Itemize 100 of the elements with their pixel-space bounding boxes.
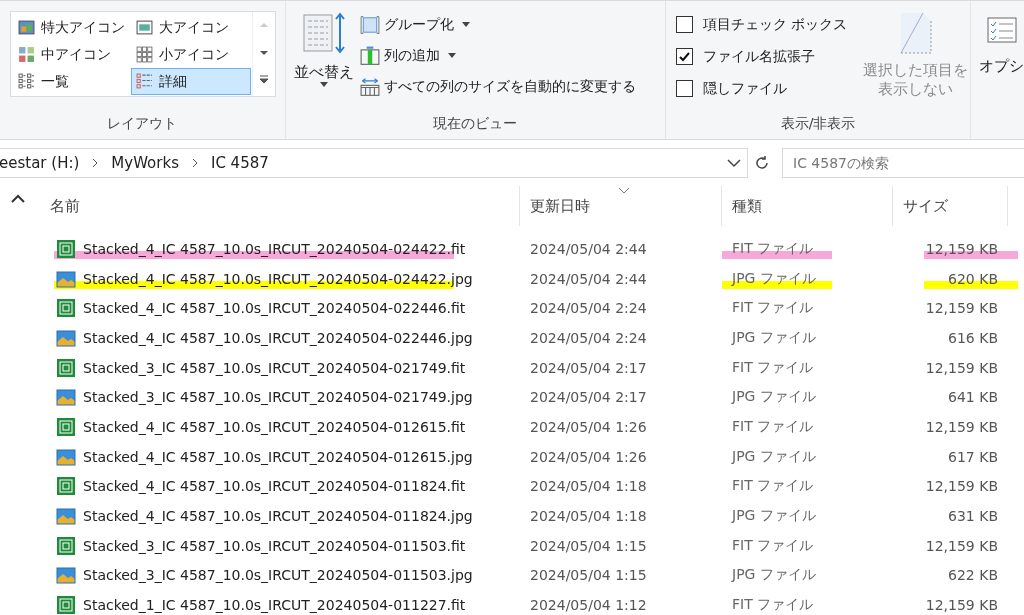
option-checkbox[interactable]: 隠しファイル [676, 75, 848, 102]
file-row[interactable]: Stacked_4_IC 4587_10.0s_IRCUT_20240504-011824.fit 2024/05/04 1:18 FIT ファイル 12,159 KB [36, 471, 1024, 502]
column-header[interactable]: 名前 [36, 186, 520, 226]
modified-date: 2024/05/04 1:26 [529, 418, 648, 435]
file-type: FIT ファイル [731, 477, 815, 496]
file-type: FIT ファイル [731, 536, 815, 555]
file-size: 12,159 KB [924, 597, 998, 614]
file-row[interactable]: Stacked_3_IC 4587_10.0s_IRCUT_20240504-011503.fit 2024/05/04 1:15 FIT ファイル 12,159 KB [36, 530, 1024, 561]
chevron-icon [91, 158, 100, 168]
file-name: Stacked_1_IC 4587_10.0s_IRCUT_20240504-011227.fit [83, 597, 466, 614]
square-file-icon [56, 238, 76, 259]
file-type: FIT ファイル [731, 299, 815, 318]
modified-date: 2024/05/04 1:15 [529, 567, 648, 584]
file-type: FIT ファイル [731, 596, 815, 615]
checkbox[interactable] [676, 48, 693, 65]
view-tool-icon [359, 14, 380, 35]
file-row[interactable]: Stacked_3_IC 4587_10.0s_IRCUT_20240504-021749.jpg 2024/05/04 2:17 JPG ファイル 641 KB [36, 382, 1024, 413]
file-type: JPG ファイル [730, 328, 817, 347]
file-name: Stacked_4_IC 4587_10.0s_IRCUT_20240504-011824.fit [83, 478, 466, 495]
address-bar[interactable]: eestar (H:) MyWorks IC 4587 [0, 148, 748, 178]
column-header[interactable]: 更新日時 [520, 186, 722, 226]
file-row[interactable]: Stacked_4_IC 4587_10.0s_IRCUT_20240504-012615.fit 2024/05/04 1:26 FIT ファイル 12,159 KB [36, 412, 1024, 442]
layout-option[interactable]: 大アイコン [131, 14, 251, 41]
view-tool-icon [359, 45, 380, 66]
square-file-icon [56, 416, 76, 437]
file-row[interactable]: Stacked_3_IC 4587_10.0s_IRCUT_20240504-011503.jpg 2024/05/04 1:15 JPG ファイル 622 KB [36, 560, 1024, 591]
file-row[interactable]: Stacked_3_IC 4587_10.0s_IRCUT_20240504-021749.fit 2024/05/04 2:17 FIT ファイル 12,159 KB [36, 352, 1024, 383]
file-type: FIT ファイル [731, 417, 815, 436]
file-name: Stacked_3_IC 4587_10.0s_IRCUT_20240504-021749.jpg [83, 389, 473, 406]
sort-chevron-icon [618, 186, 630, 194]
modified-date: 2024/05/04 2:44 [529, 270, 648, 287]
modified-date: 2024/05/04 2:24 [529, 300, 648, 317]
file-size: 12,159 KB [924, 478, 998, 495]
modified-date: 2024/05/04 2:24 [529, 329, 648, 346]
view-tool-icon [359, 76, 380, 97]
layout-option[interactable]: 詳細 [131, 68, 251, 95]
file-type: JPG ファイル [730, 388, 817, 407]
image-file-icon [56, 268, 76, 289]
column-header[interactable]: サイズ [893, 186, 1008, 226]
modified-date: 2024/05/04 1:15 [529, 537, 648, 554]
checkbox[interactable] [676, 16, 693, 33]
option-checkbox[interactable]: ファイル名拡張子 [676, 43, 848, 70]
column-header[interactable]: 種類 [722, 186, 893, 226]
modified-date: 2024/05/04 2:17 [529, 389, 648, 406]
option-checkbox[interactable]: 項目チェック ボックス [676, 11, 848, 38]
search-field[interactable]: IC 4587の検索 [782, 148, 1024, 178]
file-size: 641 KB [947, 389, 998, 406]
file-type: JPG ファイル [730, 507, 817, 526]
file-name: Stacked_4_IC 4587_10.0s_IRCUT_20240504-022446.fit [83, 300, 466, 317]
square-file-icon [56, 357, 76, 378]
file-name: Stacked_4_IC 4587_10.0s_IRCUT_20240504-012615.jpg [83, 448, 473, 465]
file-row[interactable]: Stacked_4_IC 4587_10.0s_IRCUT_20240504-012615.jpg 2024/05/04 1:26 JPG ファイル 617 KB [36, 441, 1024, 472]
dropdown-icon[interactable] [727, 158, 741, 168]
file-type: FIT ファイル [731, 358, 815, 377]
file-size: 12,159 KB [924, 300, 998, 317]
image-file-icon [56, 327, 76, 348]
layout-option[interactable]: 小アイコン [131, 41, 251, 68]
file-size: 12,159 KB [924, 359, 998, 376]
image-file-icon [56, 565, 76, 586]
square-file-icon [56, 476, 76, 497]
breadcrumb[interactable]: IC 4587 [210, 154, 277, 172]
checkbox-label: 隠しファイル [703, 79, 787, 98]
file-name: Stacked_3_IC 4587_10.0s_IRCUT_20240504-011503.jpg [83, 567, 473, 584]
file-size: 12,159 KB [924, 240, 998, 257]
view-button[interactable]: グループ化 [359, 11, 636, 38]
view-icon [18, 73, 35, 90]
view-button[interactable]: 列の追加 [359, 42, 636, 69]
breadcrumb[interactable]: MyWorks [111, 154, 187, 172]
file-row[interactable]: Stacked_1_IC 4587_10.0s_IRCUT_20240504-011227.fit 2024/05/04 1:12 FIT ファイル 12,159 KB [36, 590, 1024, 615]
file-row[interactable]: Stacked_4_IC 4587_10.0s_IRCUT_20240504-011824.jpg 2024/05/04 1:18 JPG ファイル 631 KB [36, 501, 1024, 531]
file-size: 12,159 KB [924, 418, 998, 435]
layout-option[interactable]: 特大アイコン [13, 14, 131, 41]
file-row[interactable]: Stacked_4_IC 4587_10.0s_IRCUT_20240504-022446.jpg 2024/05/04 2:24 JPG ファイル 616 KB [36, 323, 1024, 353]
view-button[interactable]: すべての列のサイズを自動的に変更する [359, 73, 636, 100]
checkbox[interactable] [676, 80, 693, 97]
caret-icon [319, 82, 328, 87]
image-file-icon [56, 506, 76, 527]
breadcrumb[interactable]: eestar (H:) [0, 154, 88, 172]
square-file-icon [56, 298, 76, 319]
layout-option[interactable]: 一覧 [13, 68, 131, 95]
group-label: レイアウト [106, 115, 179, 133]
collapse-up-icon[interactable] [11, 194, 25, 204]
file-name: Stacked_3_IC 4587_10.0s_IRCUT_20240504-021749.fit [83, 359, 466, 376]
refresh-icon[interactable] [754, 155, 770, 171]
file-name: Stacked_3_IC 4587_10.0s_IRCUT_20240504-011503.fit [83, 537, 466, 554]
chevron-icon [190, 158, 199, 168]
file-size: 12,159 KB [924, 537, 998, 554]
layout-option[interactable]: 中アイコン [13, 41, 131, 68]
modified-date: 2024/05/04 1:26 [529, 448, 648, 465]
file-name: Stacked_4_IC 4587_10.0s_IRCUT_20240504-011824.jpg [83, 508, 473, 525]
file-row[interactable]: Stacked_4_IC 4587_10.0s_IRCUT_20240504-022446.fit 2024/05/04 2:24 FIT ファイル 12,159 KB [36, 293, 1024, 324]
sort-button[interactable]: 並べ替え [293, 11, 354, 115]
checklist-icon [986, 15, 1017, 45]
view-icon [18, 19, 35, 36]
view-icon [136, 19, 153, 36]
modified-date: 2024/05/04 1:18 [529, 508, 648, 525]
checkbox-label: 項目チェック ボックス [703, 15, 848, 34]
file-name: Stacked_4_IC 4587_10.0s_IRCUT_20240504-022446.jpg [83, 329, 473, 346]
options-button[interactable]: オプシ [971, 1, 1024, 139]
file-type: JPG ファイル [730, 566, 817, 585]
